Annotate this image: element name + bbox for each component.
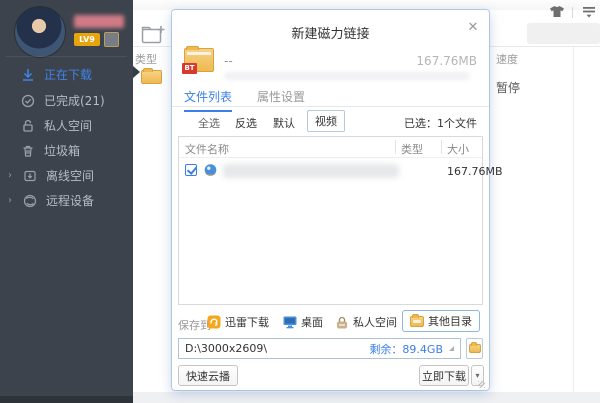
invert-selection-button[interactable]: 反选 [235, 115, 257, 131]
file-size: 167.76MB [447, 165, 503, 178]
cloud-play-button[interactable]: 快速云播 [178, 365, 238, 386]
save-to-other-label: 其他目录 [428, 313, 472, 329]
save-to-thunder[interactable]: 迅雷下载 [207, 314, 269, 330]
file-checkbox[interactable] [185, 164, 197, 176]
sidebar-divider [6, 56, 127, 57]
skin-theme-button[interactable] [549, 5, 565, 21]
save-to-other-directory[interactable]: 其他目录 [402, 310, 480, 332]
search-box[interactable] [527, 23, 600, 44]
private-space-lock-icon [335, 316, 349, 329]
sidebar-item-label: 远程设备 [46, 192, 94, 209]
column-header-speed[interactable]: 速度 [496, 51, 518, 67]
sidebar-item-private-space[interactable]: 私人空间 [0, 113, 133, 138]
sidebar-item-completed[interactable]: 已完成(21) [0, 88, 133, 113]
active-item-arrow [133, 66, 140, 78]
new-task-folder-plus-icon [140, 23, 167, 48]
column-divider [573, 47, 574, 392]
table-row[interactable]: 167.76MB [179, 161, 482, 181]
column-header-type[interactable]: 类型 [135, 51, 157, 67]
sidebar-item-label: 垃圾箱 [44, 142, 80, 159]
censored-magnet-text [224, 72, 470, 80]
dialog-resize-grip[interactable] [478, 381, 485, 388]
sidebar-item-offline-space[interactable]: › 离线空间 [0, 163, 133, 188]
trash-icon [20, 143, 36, 159]
close-icon[interactable]: ✕ [465, 20, 481, 36]
browse-folder-icon [469, 344, 481, 353]
download-now-button[interactable]: 立即下载 [419, 365, 469, 386]
save-path-value[interactable]: D:\3000x2609\ [179, 342, 369, 355]
task-status: 暂停 [496, 79, 520, 96]
video-filter-button[interactable]: 视频 [307, 110, 345, 132]
main-top-strip [133, 0, 600, 10]
sidebar-item-label: 正在下载 [44, 66, 92, 83]
member-badge-icon [104, 32, 119, 47]
main-menu-button[interactable] [582, 6, 596, 21]
sidebar-item-downloading[interactable]: 正在下载 [0, 62, 133, 87]
selected-count: 已选：1个文件 [367, 115, 477, 131]
username-censored [74, 15, 124, 28]
sidebar-item-label: 已完成(21) [44, 92, 105, 109]
tabs-divider [172, 106, 489, 107]
save-to-private-space[interactable]: 私人空间 [335, 314, 397, 330]
column-separator [395, 140, 396, 154]
browse-folder-button[interactable] [466, 338, 483, 359]
bt-badge: BT [182, 63, 197, 74]
hamburger-menu-icon [582, 6, 596, 18]
offline-space-icon [22, 168, 38, 184]
table-header-type[interactable]: 类型 [401, 141, 423, 157]
status-bar [133, 392, 600, 403]
tab-file-list[interactable]: 文件列表 [184, 88, 232, 112]
input-resize-triangle [449, 346, 454, 351]
sidebar: LV9 正在下载 已完成(21) 私人空间 垃圾箱 [0, 0, 133, 403]
remote-devices-icon [22, 193, 38, 209]
table-header-size[interactable]: 大小 [447, 141, 469, 157]
app-window: 类型 速度 暂停 LV9 正在下载 已完成(21) 私人空间 [0, 0, 600, 403]
sidebar-item-remote-devices[interactable]: › 远程设备 [0, 188, 133, 213]
save-to-thunder-label: 迅雷下载 [225, 314, 269, 330]
folder-icon [410, 316, 424, 327]
user-avatar[interactable] [14, 6, 66, 58]
file-table: 文件名称 类型 大小 167.76MB [178, 136, 483, 305]
task-folder-icon [141, 70, 162, 84]
download-icon [20, 67, 36, 83]
check-circle-icon [20, 93, 36, 109]
thunder-download-icon [207, 315, 221, 329]
sidebar-footer [0, 396, 133, 403]
task-name: -- [224, 54, 233, 68]
save-to-desktop[interactable]: 桌面 [283, 314, 323, 330]
table-header-filename[interactable]: 文件名称 [185, 141, 229, 157]
dialog-title: 新建磁力链接 [172, 23, 489, 42]
disk-remaining: 剩余：89.4GB [369, 341, 443, 357]
video-file-icon [203, 163, 218, 181]
chevron-right-icon[interactable]: › [8, 195, 16, 206]
default-filter-button[interactable]: 默认 [273, 115, 295, 131]
lock-icon [20, 118, 36, 134]
chevron-right-icon[interactable]: › [8, 170, 16, 181]
desktop-icon [283, 316, 297, 329]
new-magnet-dialog: 新建磁力链接 ✕ BT -- 167.76MB 文件列表 属性设置 全选 反选 … [172, 10, 489, 390]
level-badge: LV9 [74, 33, 100, 46]
save-to-desktop-label: 桌面 [301, 314, 323, 330]
table-header-divider [179, 157, 482, 158]
save-to-private-label: 私人空间 [353, 314, 397, 330]
censored-filename [223, 164, 399, 178]
toolbar-separator [572, 7, 573, 18]
save-path-input[interactable]: D:\3000x2609\ 剩余：89.4GB [178, 338, 461, 359]
bt-folder-icon: BT [184, 48, 214, 72]
sidebar-item-trash[interactable]: 垃圾箱 [0, 138, 133, 163]
shirt-icon [549, 5, 565, 18]
sidebar-item-label: 私人空间 [44, 117, 92, 134]
select-all-label[interactable]: 全选 [198, 115, 220, 131]
sidebar-item-label: 离线空间 [46, 167, 94, 184]
column-separator [441, 140, 442, 154]
task-total-size: 167.76MB [369, 54, 477, 68]
